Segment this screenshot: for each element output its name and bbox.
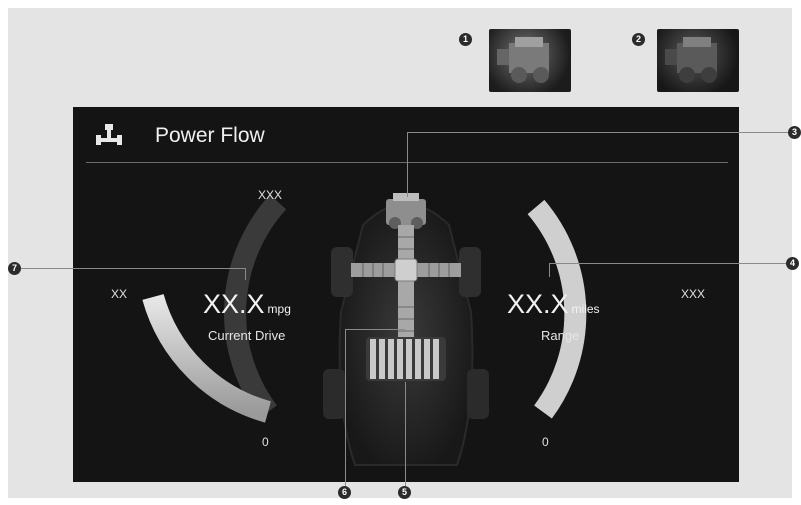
left-gauge-max-label: XXX [258,188,283,202]
left-gauge-mid-label: XX [111,287,128,301]
callout-6: 6 [338,486,351,499]
callout-1: 1 [459,33,472,46]
battery-icon [366,337,446,381]
engine-thumbnail-2 [657,29,739,92]
leader-line-3 [407,132,789,133]
callout-7: 7 [8,262,21,275]
range-label: Range [541,328,580,343]
left-gauge-min-label: 0 [262,435,269,449]
current-drive-value: XX.X mpg [203,289,291,320]
range-number: XX.X [507,289,569,319]
callout-5: 5 [398,486,411,499]
motor-unit [394,258,418,282]
engine-icon [386,193,426,229]
leader-line-7 [18,268,246,269]
current-drive-number: XX.X [203,289,265,319]
engine-icon [497,37,549,83]
current-drive-label: Current Drive [208,328,286,343]
power-flow-graphics [142,193,587,466]
page-title: Power Flow [155,124,265,147]
drivetrain-icon [96,124,122,145]
current-drive-unit: mpg [267,302,291,316]
engine-icon [665,37,717,83]
leader-line-7v [245,268,246,280]
leader-line-6 [345,329,405,330]
range-value: XX.X miles [507,289,600,320]
right-gauge-max-label: XXX [681,287,706,301]
leader-line-4 [549,263,787,264]
callout-4: 4 [786,257,799,270]
callout-2: 2 [632,33,645,46]
leader-line-5v [405,382,406,489]
range-unit: miles [571,302,600,316]
engine-thumbnail-1 [489,29,571,92]
leader-line-4v [549,263,550,277]
right-gauge-min-label: 0 [542,435,549,449]
leader-line-6v [345,329,346,489]
callout-3: 3 [788,126,801,139]
leader-line-3v [407,132,408,197]
